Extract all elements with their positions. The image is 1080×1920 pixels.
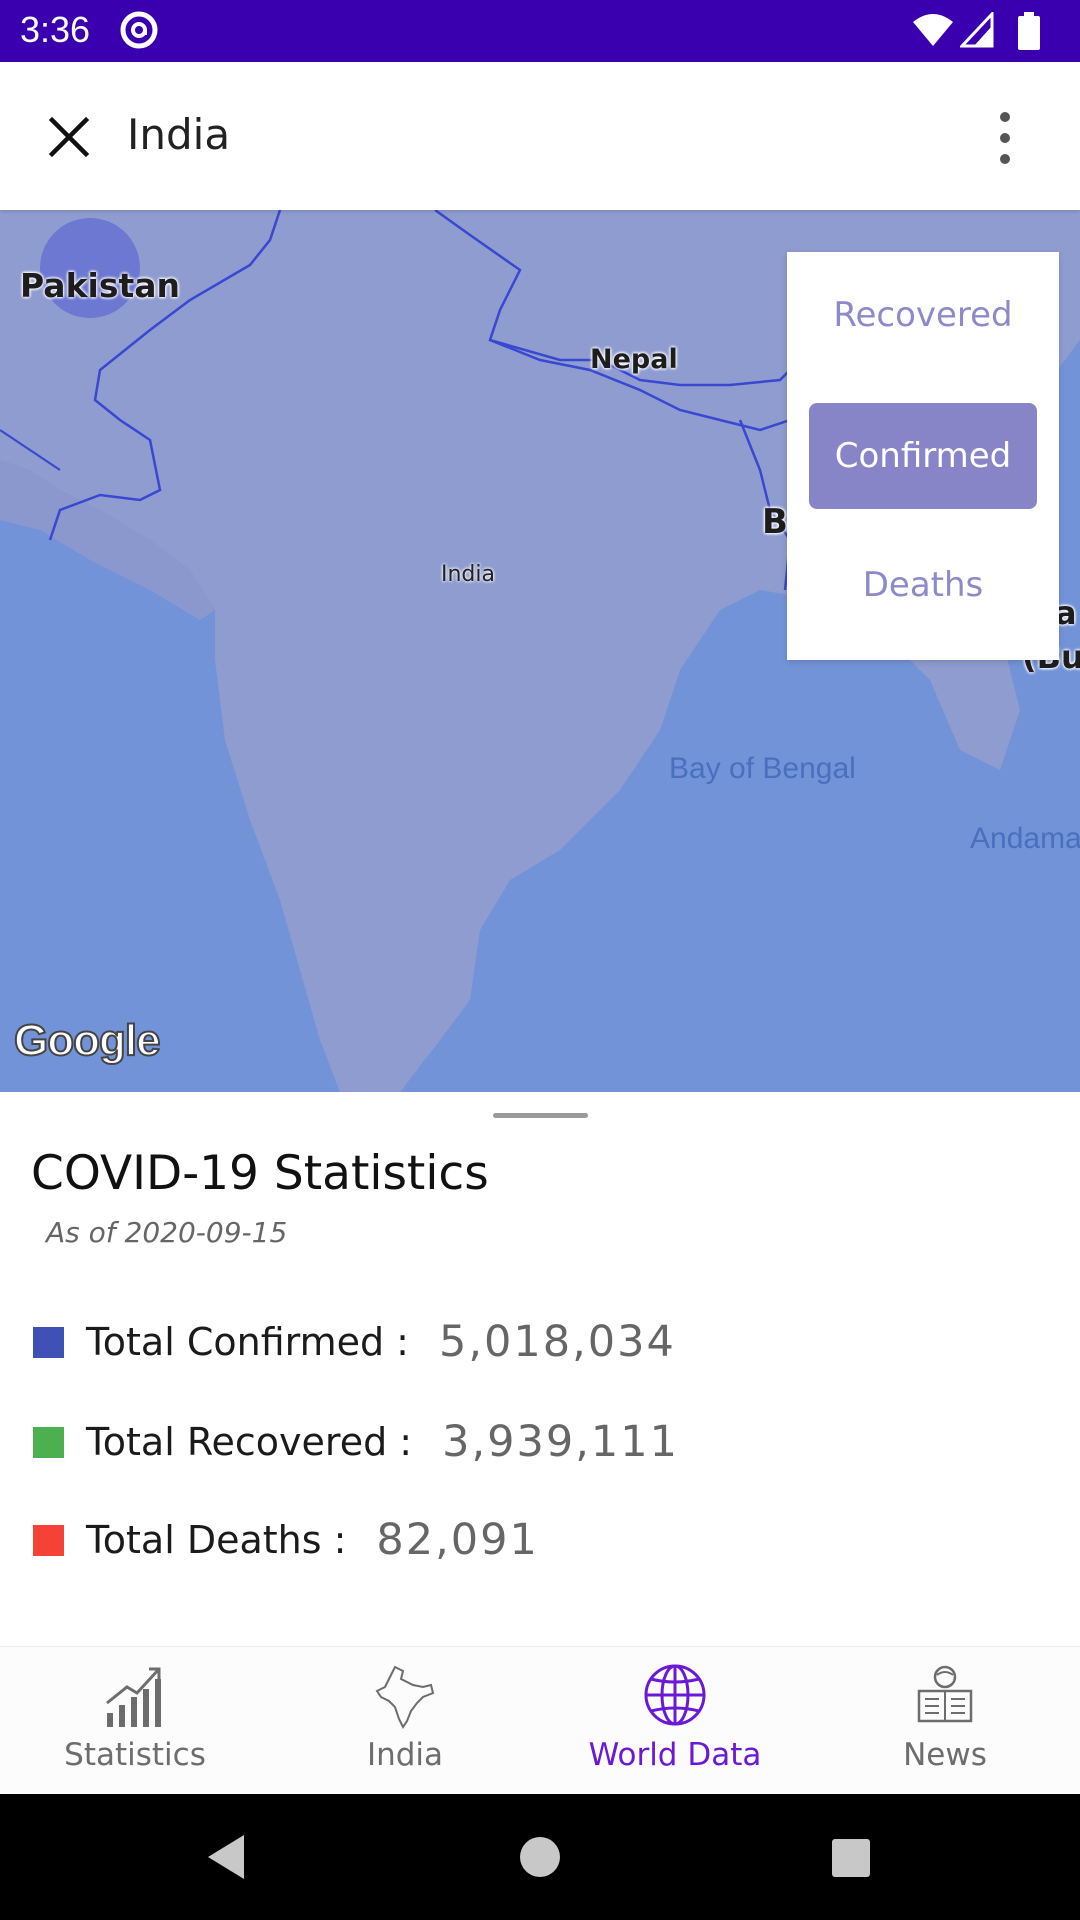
globe-icon	[644, 1664, 706, 1726]
stat-value: 5,018,034	[438, 1317, 676, 1367]
more-vert-icon[interactable]	[990, 108, 1020, 168]
menu-item-deaths[interactable]: Deaths	[809, 532, 1037, 638]
nav-item-india[interactable]: India	[270, 1647, 540, 1795]
nav-label: India	[366, 1737, 444, 1773]
map-label-india: India	[441, 562, 495, 587]
map-label-bangladesh-partial: B	[762, 502, 788, 542]
home-icon[interactable]	[514, 1831, 566, 1883]
status-bar: 3:36	[0, 0, 1080, 62]
drag-handle[interactable]	[493, 1113, 588, 1118]
stat-row-recovered: Total Recovered : 3,939,111	[33, 1412, 679, 1472]
recovered-color-swatch	[33, 1426, 64, 1458]
cell-signal-icon	[960, 12, 994, 48]
google-logo: Google	[13, 1015, 162, 1066]
toolbar-title: India	[127, 110, 231, 159]
status-time: 3:36	[20, 9, 91, 50]
close-icon[interactable]	[44, 112, 94, 162]
map-label-nepal: Nepal	[590, 344, 678, 375]
menu-item-recovered[interactable]: Recovered	[809, 262, 1037, 368]
at-sign-icon	[120, 11, 158, 49]
as-of-date: As of 2020-09-15	[46, 1216, 288, 1249]
stat-row-confirmed: Total Confirmed : 5,018,034	[33, 1312, 676, 1372]
stat-label: Total Deaths :	[86, 1518, 347, 1562]
map-label-bay-of-bengal: Bay of Bengal	[669, 752, 856, 785]
statistics-sheet: COVID-19 Statistics As of 2020-09-15 Tot…	[0, 1092, 1080, 1646]
recents-icon[interactable]	[824, 1831, 876, 1883]
nav-label: World Data	[588, 1737, 762, 1773]
bottom-navigation: Statistics India World Data News	[0, 1646, 1080, 1795]
stat-label: Total Recovered :	[86, 1420, 413, 1464]
menu-item-confirmed[interactable]: Confirmed	[809, 403, 1037, 509]
nav-label: News	[903, 1737, 987, 1773]
nav-label: Statistics	[64, 1737, 206, 1773]
map-label-andaman-partial: Andama	[970, 822, 1080, 855]
deaths-color-swatch	[33, 1524, 64, 1556]
stat-label: Total Confirmed :	[86, 1320, 409, 1364]
stat-value: 3,939,111	[442, 1417, 679, 1467]
confirmed-color-swatch	[33, 1326, 64, 1358]
india-map-icon	[375, 1665, 435, 1729]
nav-item-world-data[interactable]: World Data	[540, 1647, 810, 1795]
stat-value: 82,091	[376, 1515, 539, 1565]
newspaper-reader-icon	[917, 1665, 973, 1723]
nav-item-statistics[interactable]: Statistics	[0, 1647, 270, 1795]
stat-row-deaths: Total Deaths : 82,091	[33, 1510, 539, 1570]
nav-item-news[interactable]: News	[810, 1647, 1080, 1795]
system-navigation-bar	[0, 1794, 1080, 1920]
wifi-icon	[913, 14, 953, 46]
chart-icon	[106, 1667, 161, 1727]
back-icon[interactable]	[200, 1831, 252, 1883]
app-toolbar: India	[0, 62, 1080, 210]
map-label-pakistan: Pakistan	[20, 266, 181, 305]
sheet-title: COVID-19 Statistics	[31, 1146, 489, 1201]
battery-icon	[1018, 12, 1040, 50]
data-type-menu: Recovered Confirmed Deaths	[787, 252, 1059, 660]
